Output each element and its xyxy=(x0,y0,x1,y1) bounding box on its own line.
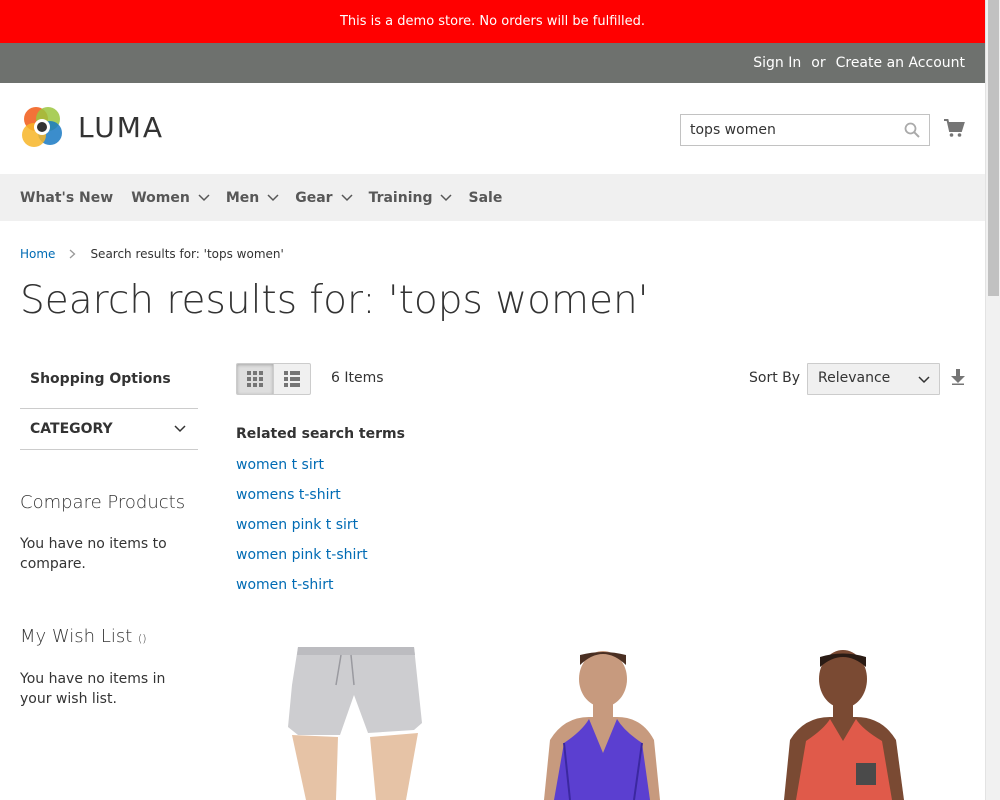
chevron-right-icon xyxy=(70,249,76,259)
sort-direction-icon[interactable] xyxy=(951,369,965,385)
wishlist-count: () xyxy=(138,632,147,645)
wishlist-title: My Wish List () xyxy=(20,626,147,647)
chevron-down-icon xyxy=(198,193,210,201)
product-item-purple-tank[interactable] xyxy=(484,645,714,800)
nav-item-whats-new[interactable]: What's New xyxy=(20,190,113,206)
related-terms-list: women t sirt womens t-shirt women pink t… xyxy=(236,450,405,600)
breadcrumb-current: Search results for: 'tops women' xyxy=(90,247,284,261)
list-item: womens t-shirt xyxy=(236,480,405,510)
logo-text: LUMA xyxy=(78,110,165,144)
sort-by-label: Sort By xyxy=(749,370,801,386)
chevron-down-icon xyxy=(918,376,930,384)
header-panel: Sign In or Create an Account xyxy=(0,43,985,83)
sort-by-value: Relevance xyxy=(818,370,891,386)
related-search-terms: Related search terms women t sirt womens… xyxy=(236,426,405,600)
related-term-link[interactable]: women pink t-shirt xyxy=(236,547,368,563)
chevron-down-icon xyxy=(440,193,453,201)
product-image-purple-tank xyxy=(544,651,660,800)
related-term-link[interactable]: women t sirt xyxy=(236,457,324,473)
chevron-down-icon xyxy=(341,193,353,201)
list-view-button[interactable] xyxy=(273,363,311,395)
luma-logo-icon xyxy=(22,107,62,147)
search-box xyxy=(680,114,930,146)
main-navigation: What's New Women Men Gear Training Sale xyxy=(0,174,985,221)
list-item: women t sirt xyxy=(236,450,405,480)
or-separator: or xyxy=(811,55,826,71)
list-item: women t-shirt xyxy=(236,570,405,600)
demo-store-notice-text: This is a demo store. No orders will be … xyxy=(339,14,646,29)
scrollbar-thumb[interactable] xyxy=(988,0,999,296)
nav-item-women[interactable]: Women xyxy=(131,190,210,206)
shopping-options-title: Shopping Options xyxy=(30,371,171,387)
nav-item-training[interactable]: Training xyxy=(369,190,453,206)
breadcrumb-home-link[interactable]: Home xyxy=(20,247,55,261)
sidebar: Shopping Options CATEGORY Compare Produc… xyxy=(20,360,198,709)
chevron-down-icon xyxy=(174,425,186,433)
list-item: women pink t sirt xyxy=(236,510,405,540)
product-grid xyxy=(236,645,966,800)
list-item: women pink t-shirt xyxy=(236,540,405,570)
page-scrollbar[interactable] xyxy=(985,0,1000,800)
product-image-red-tank xyxy=(784,650,904,800)
sign-in-link[interactable]: Sign In xyxy=(753,55,801,71)
page-title: Search results for: 'tops women' xyxy=(20,278,649,323)
related-term-link[interactable]: women pink t sirt xyxy=(236,517,358,533)
nav-item-men[interactable]: Men xyxy=(226,190,279,206)
related-search-terms-title: Related search terms xyxy=(236,426,405,442)
grid-view-button[interactable] xyxy=(236,363,274,395)
product-item-red-tank[interactable] xyxy=(732,645,966,800)
list-icon xyxy=(284,371,300,387)
category-filter-label: CATEGORY xyxy=(30,421,113,437)
wishlist-empty-text: You have no items in your wish list. xyxy=(20,671,166,707)
luma-logo[interactable]: LUMA xyxy=(20,105,164,149)
cart-icon[interactable] xyxy=(943,117,965,139)
grid-icon xyxy=(247,371,263,387)
related-term-link[interactable]: womens t-shirt xyxy=(236,487,341,503)
compare-products-empty-text: You have no items to compare. xyxy=(20,536,167,572)
search-input[interactable] xyxy=(681,115,929,145)
breadcrumb: Home Search results for: 'tops women' xyxy=(20,247,284,261)
compare-products-title: Compare Products xyxy=(20,492,186,513)
items-count: 6 Items xyxy=(331,370,384,386)
demo-store-notice: This is a demo store. No orders will be … xyxy=(0,0,985,43)
chevron-down-icon xyxy=(267,193,279,201)
search-icon[interactable] xyxy=(904,122,920,138)
products-toolbar: 6 Items Sort By Relevance xyxy=(236,363,966,395)
product-image-gray-shorts xyxy=(288,647,422,800)
related-term-link[interactable]: women t-shirt xyxy=(236,577,333,593)
category-filter[interactable]: CATEGORY xyxy=(20,408,198,450)
nav-item-sale[interactable]: Sale xyxy=(468,190,502,206)
product-item-shorts[interactable] xyxy=(236,645,466,800)
nav-item-gear[interactable]: Gear xyxy=(295,190,353,206)
create-account-link[interactable]: Create an Account xyxy=(836,55,965,71)
sort-by-select[interactable]: Relevance xyxy=(807,363,940,395)
